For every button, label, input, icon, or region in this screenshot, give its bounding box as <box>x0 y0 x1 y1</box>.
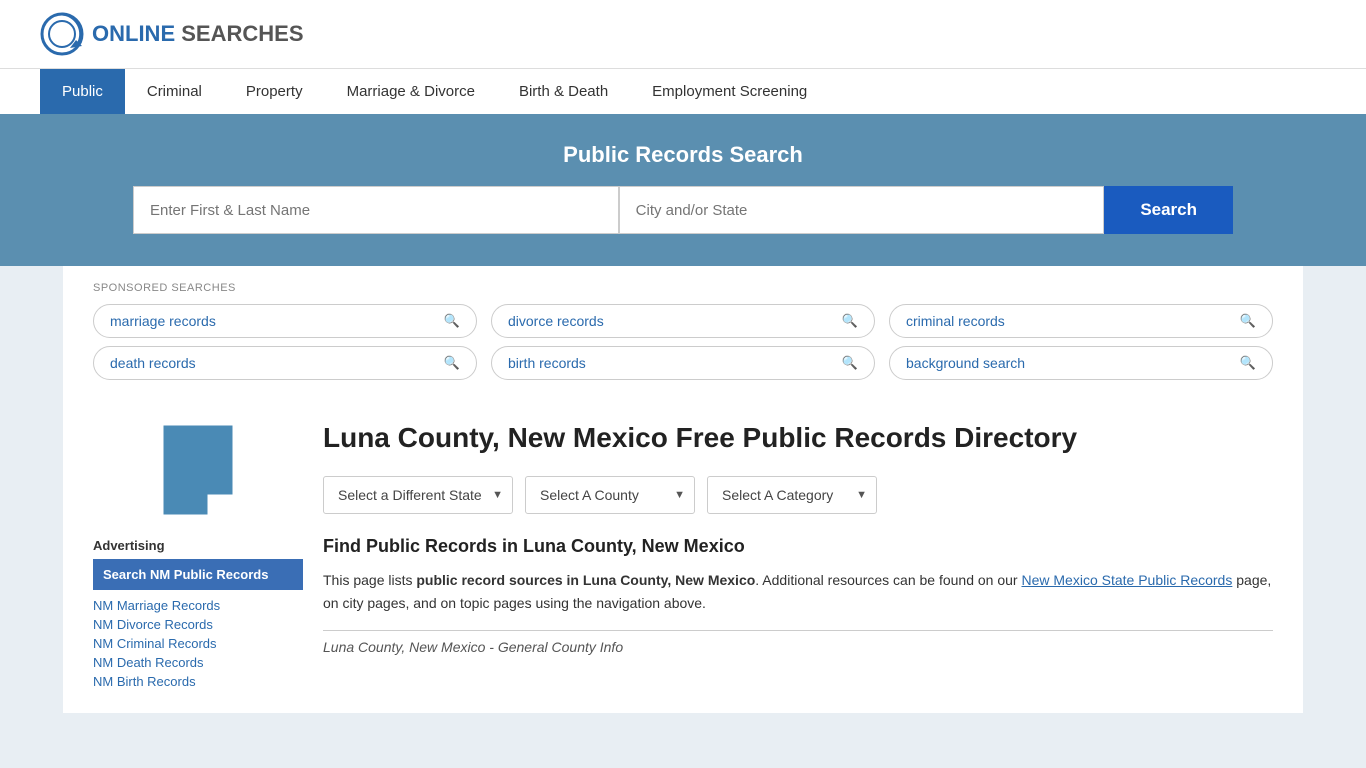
nm-state-shape <box>153 420 243 520</box>
search-icon-3: 🔍 <box>1240 313 1256 329</box>
sidebar-link-divorce[interactable]: NM Divorce Records <box>93 617 303 632</box>
header: ONLINE SEARCHES <box>0 0 1366 68</box>
search-icon-2: 🔍 <box>842 313 858 329</box>
dropdowns-row: Select a Different State Alabama Alaska … <box>323 476 1273 514</box>
search-icon-4: 🔍 <box>444 355 460 371</box>
main-content: Advertising Search NM Public Records NM … <box>63 400 1303 713</box>
sponsored-label: SPONSORED SEARCHES <box>93 282 1273 294</box>
search-button[interactable]: Search <box>1104 186 1233 234</box>
tag-criminal-label: criminal records <box>906 313 1005 329</box>
content-wrapper: SPONSORED SEARCHES marriage records 🔍 di… <box>63 266 1303 713</box>
advertising-label: Advertising <box>93 538 303 553</box>
name-input[interactable] <box>133 186 619 234</box>
tag-death-label: death records <box>110 355 196 371</box>
tag-marriage-label: marriage records <box>110 313 216 329</box>
nav-property[interactable]: Property <box>224 69 325 114</box>
sponsored-row-2: death records 🔍 birth records 🔍 backgrou… <box>93 346 1273 380</box>
logo: ONLINE SEARCHES <box>40 12 304 56</box>
find-desc: This page lists public record sources in… <box>323 569 1273 614</box>
find-public-records-title: Find Public Records in Luna County, New … <box>323 536 1273 557</box>
desc-part2: . Additional resources can be found on o… <box>755 572 1021 588</box>
category-dropdown-wrapper: Select A Category Birth Records Death Re… <box>707 476 877 514</box>
tag-birth-label: birth records <box>508 355 586 371</box>
state-dropdown[interactable]: Select a Different State Alabama Alaska … <box>323 476 513 514</box>
tag-marriage-records[interactable]: marriage records 🔍 <box>93 304 477 338</box>
search-banner-title: Public Records Search <box>40 142 1326 168</box>
desc-part1: This page lists <box>323 572 416 588</box>
tag-death-records[interactable]: death records 🔍 <box>93 346 477 380</box>
category-dropdown[interactable]: Select A Category Birth Records Death Re… <box>707 476 877 514</box>
page-title: Luna County, New Mexico Free Public Reco… <box>323 420 1273 456</box>
divider <box>323 630 1273 631</box>
county-dropdown[interactable]: Select A County Bernalillo County Catron… <box>525 476 695 514</box>
tag-divorce-label: divorce records <box>508 313 604 329</box>
state-dropdown-wrapper: Select a Different State Alabama Alaska … <box>323 476 513 514</box>
search-row: Search <box>133 186 1233 234</box>
tag-background-label: background search <box>906 355 1025 371</box>
sponsored-row-1: marriage records 🔍 divorce records 🔍 cri… <box>93 304 1273 338</box>
nav-criminal[interactable]: Criminal <box>125 69 224 114</box>
sidebar-link-death[interactable]: NM Death Records <box>93 655 303 670</box>
county-dropdown-wrapper: Select A County Bernalillo County Catron… <box>525 476 695 514</box>
sidebar: Advertising Search NM Public Records NM … <box>93 420 303 693</box>
nm-state-link[interactable]: New Mexico State Public Records <box>1021 572 1232 588</box>
state-map <box>93 420 303 520</box>
sponsored-tags: marriage records 🔍 divorce records 🔍 cri… <box>93 304 1273 380</box>
main-body: Luna County, New Mexico Free Public Reco… <box>323 420 1273 693</box>
tag-divorce-records[interactable]: divorce records 🔍 <box>491 304 875 338</box>
nav-employment[interactable]: Employment Screening <box>630 69 829 114</box>
sidebar-link-birth[interactable]: NM Birth Records <box>93 674 303 689</box>
desc-bold: public record sources in Luna County, Ne… <box>416 572 755 588</box>
nav-birth-death[interactable]: Birth & Death <box>497 69 630 114</box>
logo-searches: SEARCHES <box>181 21 303 46</box>
tag-background-search[interactable]: background search 🔍 <box>889 346 1273 380</box>
search-banner: Public Records Search Search <box>0 114 1366 266</box>
main-nav: Public Criminal Property Marriage & Divo… <box>0 68 1366 114</box>
search-icon-5: 🔍 <box>842 355 858 371</box>
ad-block[interactable]: Search NM Public Records <box>93 559 303 590</box>
logo-icon <box>40 12 84 56</box>
city-input[interactable] <box>619 186 1105 234</box>
sidebar-link-marriage[interactable]: NM Marriage Records <box>93 598 303 613</box>
search-icon-6: 🔍 <box>1240 355 1256 371</box>
nav-marriage-divorce[interactable]: Marriage & Divorce <box>325 69 497 114</box>
search-icon-1: 🔍 <box>444 313 460 329</box>
logo-online: ONLINE <box>92 21 175 46</box>
sponsored-section: SPONSORED SEARCHES marriage records 🔍 di… <box>63 266 1303 400</box>
nav-public[interactable]: Public <box>40 69 125 114</box>
sidebar-link-criminal[interactable]: NM Criminal Records <box>93 636 303 651</box>
logo-text: ONLINE SEARCHES <box>92 21 304 47</box>
tag-criminal-records[interactable]: criminal records 🔍 <box>889 304 1273 338</box>
tag-birth-records[interactable]: birth records 🔍 <box>491 346 875 380</box>
county-info-label: Luna County, New Mexico - General County… <box>323 639 1273 655</box>
